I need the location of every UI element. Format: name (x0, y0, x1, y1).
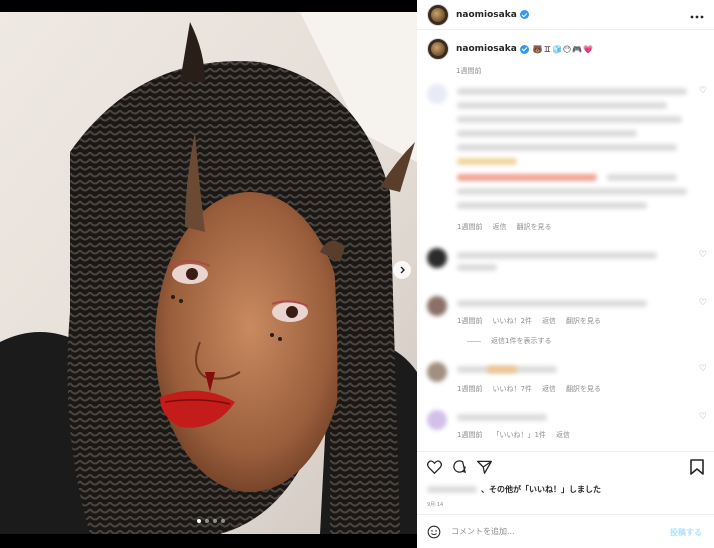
reply-button[interactable]: 返信 (556, 431, 570, 439)
comment-text-blurred (457, 130, 637, 137)
comment-avatar[interactable] (427, 248, 447, 268)
reply-button[interactable]: 返信 (542, 385, 556, 393)
likes-text: 、その他が「いいね！」しました (481, 485, 601, 494)
carousel-next-button[interactable] (393, 261, 411, 279)
heart-icon (426, 459, 442, 474)
comment-input[interactable] (451, 527, 651, 536)
comment-button[interactable] (451, 459, 467, 475)
media-top-bar (0, 0, 417, 12)
comment-like-heart-icon[interactable]: ♡ (699, 298, 707, 308)
verified-badge-icon (519, 10, 529, 19)
comment-time: 1週間前 (457, 317, 483, 325)
comment-text-blurred (457, 414, 547, 421)
send-icon (476, 460, 492, 474)
comment-item: 1週間前 いいね！2件 返信 翻訳を見る 返信1件を表示する ♡ (427, 296, 707, 346)
carousel-dot (205, 519, 209, 523)
comment-likes[interactable]: いいね！7件 (492, 385, 531, 393)
carousel-dot (221, 519, 225, 523)
comment-item: 1週間前 返信 翻訳を見る ♡ (427, 84, 707, 234)
comment-text-blurred (457, 88, 687, 95)
comment-icon (452, 460, 466, 474)
translate-button[interactable]: 翻訳を見る (516, 223, 551, 231)
comment-text-blurred (457, 188, 687, 195)
comment-avatar[interactable] (427, 296, 447, 316)
post-caption: naomiosaka 🐻♊🧊😶🎮💗 1週間前 (427, 38, 707, 76)
avatar-image (431, 42, 445, 56)
chevron-right-icon (400, 266, 405, 274)
comment-meta: 1週間前 「いいね！」1件 返信 (457, 430, 580, 440)
comment-like-heart-icon[interactable]: ♡ (699, 364, 707, 374)
post-media (0, 0, 417, 548)
view-replies-button[interactable]: 返信1件を表示する (467, 336, 551, 346)
translate-button[interactable]: 翻訳を見る (566, 385, 601, 393)
caption-avatar[interactable] (427, 38, 449, 60)
comment-time: 1週間前 (457, 431, 483, 439)
comment-likes[interactable]: いいね！2件 (492, 317, 531, 325)
comments-list[interactable]: 1週間前 返信 翻訳を見る ♡ ♡ 1週間前 いいね！2件 返信 翻訳を見る 返信1件を表… (417, 76, 714, 451)
comment-text-blurred (457, 144, 677, 151)
media-bottom-bar (0, 534, 417, 548)
post-header: naomiosaka (417, 0, 714, 30)
likes-summary[interactable]: 、その他が「いいね！」しました (427, 484, 601, 495)
comment-item: ♡ (427, 248, 707, 278)
post-actions-bar (417, 451, 714, 481)
comment-avatar[interactable] (427, 410, 447, 430)
carousel-dot-active (197, 519, 201, 523)
reply-button[interactable]: 返信 (492, 223, 506, 231)
comment-meta: 1週間前 返信 翻訳を見る (457, 222, 561, 232)
liker-name-blurred (427, 486, 477, 493)
comment-text-blurred (457, 102, 667, 109)
comment-meta: 1週間前 いいね！2件 返信 翻訳を見る (457, 316, 611, 326)
comment-time: 1週間前 (457, 223, 483, 231)
more-options-button[interactable] (690, 8, 704, 22)
comment-item: 1週間前 いいね！7件 返信 翻訳を見る ♡ (427, 362, 707, 398)
comment-text-blurred (457, 202, 647, 209)
post-sidebar: naomiosaka naomiosaka 🐻♊🧊😶🎮💗 1週間前 1週間前 返… (417, 0, 714, 548)
comment-text-blurred (457, 252, 657, 259)
caption-username[interactable]: naomiosaka (456, 44, 517, 54)
comment-meta: 1週間前 いいね！7件 返信 翻訳を見る (457, 384, 611, 394)
comment-text-blurred (457, 116, 682, 123)
like-button[interactable] (426, 459, 442, 475)
comment-time: 1週間前 (457, 385, 483, 393)
comment-text-blurred (457, 264, 497, 271)
comment-avatar[interactable] (427, 84, 447, 104)
header-username[interactable]: naomiosaka (456, 10, 517, 20)
caption-time: 1週間前 (456, 67, 482, 75)
add-comment-bar: 投稿する (417, 514, 714, 548)
share-button[interactable] (476, 459, 492, 475)
comment-text-blurred (457, 174, 597, 181)
bookmark-icon[interactable] (690, 459, 704, 475)
post-photo (0, 12, 417, 534)
comment-text-blurred (457, 158, 517, 165)
translate-button[interactable]: 翻訳を見る (566, 317, 601, 325)
avatar-image (431, 7, 445, 22)
comment-item: 1週間前 「いいね！」1件 返信 ♡ (427, 410, 707, 446)
caption-text: 🐻♊🧊😶🎮💗 (532, 44, 595, 54)
more-horizontal-icon (690, 15, 704, 19)
comment-text-blurred (487, 366, 517, 373)
verified-badge-icon (519, 44, 529, 54)
post-date: 9月 14 (427, 502, 444, 508)
carousel-dot (213, 519, 217, 523)
comment-avatar[interactable] (427, 362, 447, 382)
comment-like-heart-icon[interactable]: ♡ (699, 86, 707, 96)
comment-like-heart-icon[interactable]: ♡ (699, 412, 707, 422)
comment-likes[interactable]: 「いいね！」1件 (492, 431, 545, 439)
comment-text-blurred (607, 174, 677, 181)
carousel-indicator (197, 519, 225, 523)
reply-button[interactable]: 返信 (542, 317, 556, 325)
emoji-icon[interactable] (427, 525, 441, 539)
post-comment-button[interactable]: 投稿する (670, 527, 702, 538)
avatar[interactable] (427, 3, 449, 26)
comment-text-blurred (457, 300, 647, 307)
comment-like-heart-icon[interactable]: ♡ (699, 250, 707, 260)
